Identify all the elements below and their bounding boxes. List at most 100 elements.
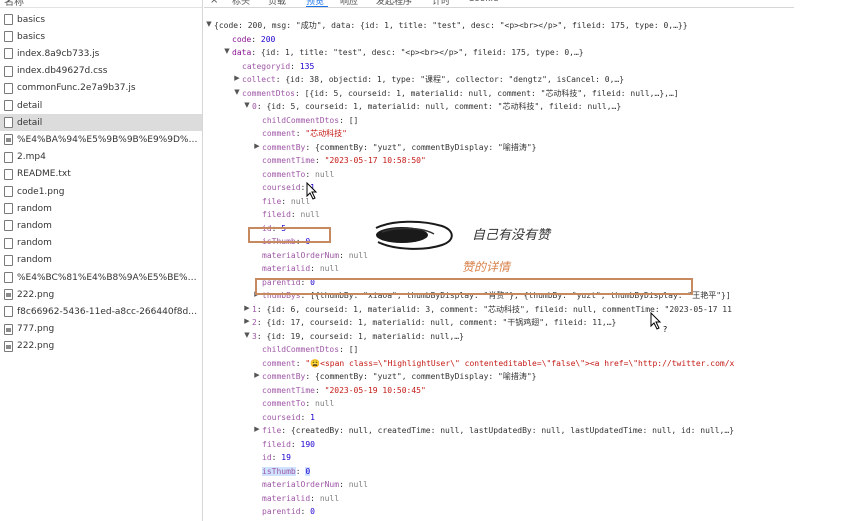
image-icon <box>4 289 13 301</box>
json-value: : {id: 19, courseid: 1, materialid: null… <box>256 331 464 341</box>
json-value: : <box>305 169 315 179</box>
request-list-item[interactable]: detail <box>0 97 202 114</box>
json-value: 200 <box>260 34 276 44</box>
document-icon <box>4 100 13 111</box>
json-line: materialOrderNum: null <box>262 478 368 491</box>
json-line: data: {id: 1, title: "test", desc: "<p><… <box>232 46 584 59</box>
json-key: courseid <box>262 412 301 422</box>
json-line: fileid: 190 <box>262 438 315 451</box>
request-list-item[interactable]: basics <box>0 28 202 45</box>
json-value: : <box>339 480 349 489</box>
json-value: : {id: 5, courseid: 1, materialid: null,… <box>256 102 622 111</box>
image-icon <box>4 340 13 352</box>
json-line: comment: "芯动科技" <box>262 127 347 140</box>
json-value: : {id: 17, courseid: 1, materialid: null… <box>256 318 617 327</box>
request-name: %E4%BA%94%E5%9B%9B%E9%9D%92... <box>17 134 202 145</box>
json-value: : [{id: 5, courseid: 1, materialid: null… <box>294 88 679 98</box>
json-line: comment: "😩<span class=\"HighlightUser\"… <box>262 357 734 370</box>
request-list-panel: 名称 basics basics index.8a9cb733.js index.db… <box>0 0 203 521</box>
request-list-item[interactable]: random <box>0 217 202 234</box>
request-list-item[interactable]: README.txt <box>0 166 202 183</box>
json-value: 19 <box>281 453 291 462</box>
request-name: detail <box>17 100 43 111</box>
json-value: null <box>348 480 368 489</box>
tab-4[interactable]: 发起程序 <box>376 0 412 7</box>
json-value: "2023-05-19 10:50:45" <box>324 385 426 395</box>
json-value: : <box>251 34 261 44</box>
json-value: 190 <box>300 439 315 449</box>
collapse-arrow-icon[interactable]: ▼ <box>243 331 251 339</box>
json-value: "2023-05-17 10:58:50" <box>324 156 426 165</box>
svg-text:?: ? <box>663 325 667 334</box>
json-line: file: null <box>262 195 310 208</box>
json-value: : <box>290 61 300 71</box>
request-name: random <box>17 255 52 266</box>
tab-1[interactable]: 负载 <box>268 0 286 7</box>
request-list-item[interactable]: random <box>0 252 202 269</box>
request-list-item[interactable]: 777.png <box>0 321 202 338</box>
request-list-item[interactable]: f8c66962-5436-11ed-a8cc-266440f8d5... <box>0 303 202 320</box>
request-list-item[interactable]: 222.png <box>0 338 202 355</box>
collapse-arrow-icon[interactable]: ▼ <box>243 101 251 109</box>
expand-arrow-icon[interactable]: ▶ <box>253 142 261 150</box>
request-list-item[interactable]: %E4%BC%81%E4%B8%9A%E5%BE%AE... <box>0 269 202 286</box>
tab-3[interactable]: 响应 <box>340 0 358 7</box>
expand-arrow-icon[interactable]: ▶ <box>253 425 261 433</box>
request-name: basics <box>17 14 46 25</box>
request-list-item[interactable]: code1.png <box>0 183 202 200</box>
json-value: : <box>295 466 306 476</box>
json-preview-panel: ▼ {code: 200, msg: "成功", data: {id: 1, ti… <box>204 9 842 521</box>
request-name: commonFunc.2e7a9b37.js <box>17 83 136 94</box>
expand-arrow-icon[interactable]: ▶ <box>243 304 251 312</box>
json-line: childCommentDtos: [] <box>262 114 358 127</box>
request-list-item[interactable]: random <box>0 235 202 252</box>
json-value: : <box>314 385 325 395</box>
request-list-item[interactable]: basics <box>0 11 202 28</box>
request-list-item[interactable]: detail <box>0 114 202 132</box>
collapse-arrow-icon[interactable]: ▼ <box>223 47 231 55</box>
json-line: isThumb: 0 <box>262 465 311 478</box>
json-line: commentTime: "2023-05-17 10:58:50" <box>262 154 426 167</box>
document-icon <box>4 306 13 318</box>
request-list-item[interactable]: 2.mp4 <box>0 149 202 166</box>
request-name: 222.png <box>17 289 55 300</box>
document-icon <box>4 117 13 129</box>
json-key: parentid <box>262 507 301 516</box>
json-line: {code: 200, msg: "成功", data: {id: 1, tit… <box>214 19 688 32</box>
thumbbys-highlight-box <box>255 278 693 295</box>
request-name: random <box>17 203 52 214</box>
tab-6[interactable]: Cookie <box>468 0 499 4</box>
request-name: README.txt <box>17 169 71 180</box>
json-key: materialid <box>262 264 311 273</box>
json-value: : {commentBy: "yuzt", commentByDisplay: … <box>305 372 537 381</box>
document-icon <box>4 151 13 163</box>
request-list-item[interactable]: index.8a9cb733.js <box>0 45 202 62</box>
tab-5[interactable]: 计时 <box>432 0 450 7</box>
expand-arrow-icon[interactable]: ▶ <box>243 317 251 325</box>
request-list-item[interactable]: random <box>0 200 202 217</box>
collapse-arrow-icon[interactable]: ▼ <box>233 88 241 96</box>
document-icon <box>4 31 13 43</box>
request-name: basics <box>17 31 46 42</box>
close-icon[interactable]: × <box>210 0 218 6</box>
json-value: : {id: 38, objectid: 1, type: "课程", coll… <box>275 75 625 84</box>
expand-arrow-icon[interactable]: ▶ <box>233 74 241 82</box>
collapse-arrow-icon[interactable]: ▼ <box>205 20 213 28</box>
expand-arrow-icon[interactable]: ▶ <box>253 371 261 379</box>
json-value: : [] <box>339 345 359 354</box>
own-like-annotation: 自己有没有赞 <box>472 228 551 243</box>
json-key: commentBy <box>262 372 306 381</box>
json-line: commentBy: {commentBy: "yuzt", commentBy… <box>262 141 536 154</box>
request-list-item[interactable]: commonFunc.2e7a9b37.js <box>0 80 202 97</box>
json-value: null <box>315 399 335 408</box>
request-list-item[interactable]: index.db49627d.css <box>0 63 202 80</box>
json-value: : {createdBy: null, createdTime: null, l… <box>281 426 735 435</box>
json-value: : <box>305 399 315 408</box>
document-icon <box>4 48 13 60</box>
request-list-item[interactable]: %E4%BA%94%E5%9B%9B%E9%9D%92... <box>0 131 202 148</box>
tab-0[interactable]: 标头 <box>232 0 250 7</box>
request-list-item[interactable]: 222.png <box>0 286 202 303</box>
json-value: null <box>315 169 335 179</box>
document-icon <box>4 168 13 180</box>
json-key: fileid <box>262 210 291 219</box>
